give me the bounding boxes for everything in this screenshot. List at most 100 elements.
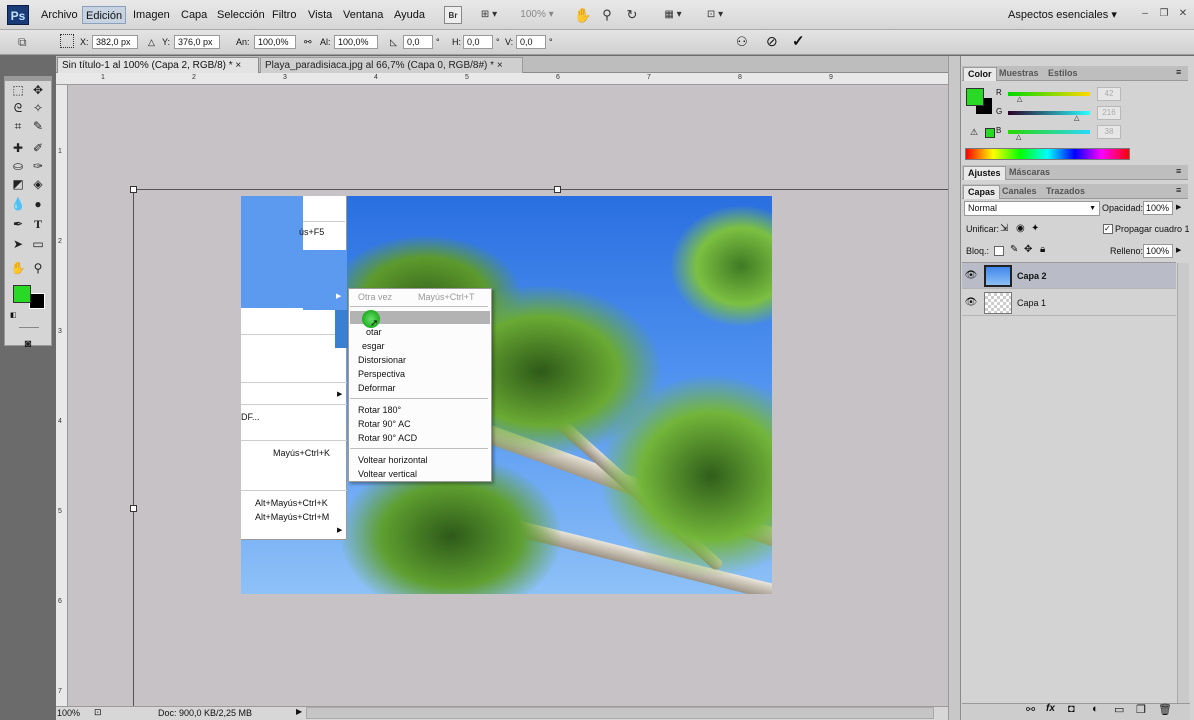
workspace-switcher[interactable]: Aspectos esenciales ▾ [1008, 6, 1117, 24]
move-tool-icon[interactable]: ✥ [29, 81, 47, 99]
arrange-documents-button[interactable]: ▦ ▾ [658, 6, 688, 24]
magic-wand-tool-icon[interactable]: ✧ [29, 99, 47, 117]
paint-bucket-tool-icon[interactable]: ◈ [29, 175, 47, 193]
healing-brush-tool-icon[interactable]: ✚ [9, 139, 27, 157]
menu-vista[interactable]: Vista [305, 6, 335, 24]
crop-tool-icon[interactable]: ⌗ [9, 117, 27, 135]
layers-scrollbar[interactable] [1177, 263, 1189, 703]
clone-stamp-tool-icon[interactable]: ⛀ [9, 157, 27, 175]
submenu-flip-vertical[interactable]: Voltear vertical [358, 468, 417, 480]
submenu-perspective[interactable]: Perspectiva [358, 368, 405, 380]
brush-tool-icon[interactable]: ✐ [29, 139, 47, 157]
tab-playa[interactable]: Playa_paradisiaca.jpg al 66,7% (Capa 0, … [260, 57, 523, 73]
menu-ventana[interactable]: Ventana [340, 6, 386, 24]
status-zoom[interactable]: 100% [57, 708, 87, 718]
submenu-rotate-90-cw[interactable]: Rotar 90° AC [358, 418, 411, 430]
zoom-tool-icon[interactable]: ⚲ [29, 259, 47, 277]
status-menu-arrow-icon[interactable]: ▶ [296, 707, 302, 716]
b-value[interactable]: 38 [1097, 125, 1121, 139]
eraser-tool-icon[interactable]: ◩ [9, 175, 27, 193]
dodge-tool-icon[interactable]: ● [29, 195, 47, 213]
fill-arrow-icon[interactable]: ▶ [1176, 246, 1181, 254]
gamut-warning-icon[interactable]: ⚠ [970, 127, 978, 138]
gamut-color-swatch[interactable] [985, 128, 995, 138]
panel-menu-icon[interactable]: ≡ [1176, 185, 1181, 195]
submenu-rotate-90-ccw[interactable]: Rotar 90° ACD [358, 432, 417, 444]
delete-layer-icon[interactable]: 🗑︎ [1158, 703, 1172, 716]
menu-shortcut[interactable]: Alt+Mayús+Ctrl+M [255, 512, 329, 522]
menu-filtro[interactable]: Filtro [269, 6, 299, 24]
rotate-input[interactable]: 0,0 [403, 35, 433, 49]
layer-name[interactable]: Capa 2 [1017, 263, 1047, 289]
transform-handle[interactable] [130, 505, 137, 512]
tab-color[interactable]: Color [963, 67, 997, 81]
layer-name[interactable]: Capa 1 [1017, 290, 1046, 316]
opacity-arrow-icon[interactable]: ▶ [1176, 203, 1181, 211]
history-brush-tool-icon[interactable]: ✑ [29, 157, 47, 175]
pen-tool-icon[interactable]: ✒ [9, 215, 27, 233]
propagate-checkbox[interactable]: ✓ [1103, 224, 1113, 234]
vskew-input[interactable]: 0,0 [516, 35, 546, 49]
menu-shortcut[interactable]: ús+F5 [299, 227, 324, 237]
color-fg-swatch[interactable] [966, 88, 984, 106]
menu-item-pdf[interactable]: DF... [241, 412, 260, 422]
tab-close-icon[interactable]: × [235, 60, 241, 71]
link-layers-icon[interactable]: ⚯ [1026, 703, 1035, 716]
menu-ayuda[interactable]: Ayuda [391, 6, 428, 24]
panel-menu-icon[interactable]: ≡ [1176, 166, 1181, 176]
new-group-icon[interactable]: ▭ [1114, 703, 1124, 716]
unify-visibility-icon[interactable]: ◉ [1016, 223, 1025, 234]
menu-seleccion[interactable]: Selección [214, 6, 268, 24]
move-tool-preset-icon[interactable]: ⧉ [18, 35, 27, 50]
opacity-input[interactable]: 100% [1143, 201, 1173, 215]
screen-mode-button[interactable]: ⊡ ▾ [700, 6, 730, 24]
zoom-level-select[interactable]: 100% ▾ [512, 6, 562, 24]
lock-position-icon[interactable]: ✥ [1024, 244, 1032, 255]
color-spectrum-bar[interactable] [965, 148, 1130, 160]
submenu-again[interactable]: Otra vez [358, 291, 392, 303]
tab-channels[interactable]: Canales [998, 185, 1041, 198]
menu-edicion[interactable]: Edición [82, 6, 127, 24]
add-mask-icon[interactable]: ◘ [1068, 703, 1075, 715]
transform-handle[interactable] [130, 186, 137, 193]
marquee-tool-icon[interactable]: ⬚ [9, 81, 27, 99]
height-input[interactable]: 100,0% [334, 35, 378, 49]
zoom-tool-icon[interactable]: ⚲ [598, 6, 616, 24]
tab-sin-titulo[interactable]: Sin título-1 al 100% (Capa 2, RGB/8) * × [57, 57, 259, 73]
panel-menu-icon[interactable]: ≡ [1176, 67, 1181, 77]
blend-mode-select[interactable]: Normal ▼ [964, 201, 1100, 216]
x-input[interactable]: 382,0 px [92, 35, 138, 49]
type-tool-icon[interactable]: T [29, 215, 47, 233]
lock-transparency-icon[interactable] [994, 246, 1004, 256]
lock-all-icon[interactable]: 🔒︎ [1040, 244, 1045, 255]
rotate-view-icon[interactable]: ↻ [622, 6, 642, 24]
hand-tool-icon[interactable]: ✋ [574, 6, 592, 24]
tab-masks[interactable]: Máscaras [1005, 166, 1054, 179]
slider-thumb-icon[interactable]: △ [1016, 133, 1021, 141]
eye-icon[interactable]: 👁︎ [964, 290, 978, 316]
layer-row-capa-2[interactable]: 👁︎ Capa 2 [962, 263, 1176, 289]
submenu-rotate-180[interactable]: Rotar 180° [358, 404, 401, 416]
commit-transform-icon[interactable]: ✓ [792, 32, 805, 50]
hskew-input[interactable]: 0,0 [463, 35, 493, 49]
tab-paths[interactable]: Trazados [1042, 185, 1089, 198]
menu-shortcut[interactable]: Alt+Mayús+Ctrl+K [255, 498, 328, 508]
menu-archivo[interactable]: Archivo [38, 6, 81, 24]
shape-tool-icon[interactable]: ▭ [29, 235, 47, 253]
default-colors-icon[interactable]: ◧ [10, 311, 17, 319]
submenu-skew[interactable]: esgar [362, 340, 385, 352]
fill-input[interactable]: 100% [1143, 244, 1173, 258]
unify-style-icon[interactable]: ✦ [1031, 223, 1039, 234]
lock-pixels-icon[interactable]: ✎ [1010, 244, 1018, 255]
adjustment-layer-icon[interactable]: ◐ [1092, 703, 1099, 715]
vertical-scrollbar[interactable] [948, 56, 960, 720]
hand-tool-icon[interactable]: ✋ [9, 259, 27, 277]
tab-close-icon[interactable]: × [497, 60, 503, 71]
menu-capa[interactable]: Capa [178, 6, 210, 24]
link-icon[interactable]: ⚯ [304, 36, 312, 48]
foreground-color-swatch[interactable] [13, 285, 31, 303]
close-icon[interactable]: ✕ [1176, 8, 1190, 20]
layer-style-icon[interactable]: fx [1046, 703, 1055, 714]
unify-position-icon[interactable]: ⇲ [1000, 223, 1008, 234]
eyedropper-tool-icon[interactable]: ✎ [29, 117, 47, 135]
